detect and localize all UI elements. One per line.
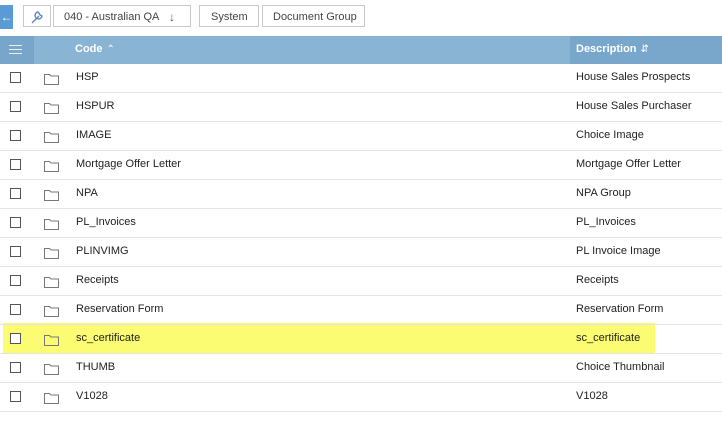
breadcrumb-company[interactable]: 040 - Australian QA ↓ (53, 5, 191, 27)
row-code: Reservation Form (76, 303, 164, 315)
row-checkbox[interactable] (10, 101, 21, 112)
row-checkbox[interactable] (10, 246, 21, 257)
row-code: sc_certificate (76, 332, 141, 344)
table-row[interactable]: V1028 V1028 (0, 383, 722, 412)
column-header-description[interactable]: Description ⇵ (570, 36, 722, 64)
table-row[interactable]: THUMB Choice Thumbnail (0, 354, 722, 383)
folder-icon (44, 363, 59, 378)
folder-icon (44, 102, 59, 117)
row-description: PL_Invoices (576, 216, 636, 228)
column-header-description-label: Description (576, 43, 637, 55)
table-row[interactable]: NPA NPA Group (0, 180, 722, 209)
row-code: HSP (76, 71, 99, 83)
row-description: V1028 (576, 390, 608, 402)
row-description: sc_certificate (576, 332, 641, 344)
breadcrumb-system-label: System (211, 11, 248, 23)
folder-icon (44, 392, 59, 407)
row-checkbox[interactable] (10, 362, 21, 373)
row-description: Choice Thumbnail (576, 361, 665, 373)
column-menu-icon[interactable] (0, 36, 34, 64)
table-row[interactable]: PLINVIMG PL Invoice Image (0, 238, 722, 267)
row-checkbox[interactable] (10, 130, 21, 141)
row-checkbox[interactable] (10, 304, 21, 315)
table-row[interactable]: IMAGE Choice Image (0, 122, 722, 151)
row-description: Choice Image (576, 129, 644, 141)
row-code: THUMB (76, 361, 116, 373)
row-code: PLINVIMG (76, 245, 129, 257)
table-row[interactable]: HSPUR House Sales Purchaser (0, 93, 722, 122)
row-checkbox[interactable] (10, 333, 21, 344)
folder-icon (44, 160, 59, 175)
row-checkbox[interactable] (10, 391, 21, 402)
row-description: House Sales Purchaser (576, 100, 692, 112)
breadcrumb-company-label: 040 - Australian QA (64, 11, 160, 23)
table-row[interactable]: Reservation Form Reservation Form (0, 296, 722, 325)
table-header: Code ⌃ Description ⇵ (0, 36, 722, 64)
folder-icon (44, 131, 59, 146)
row-description: Mortgage Offer Letter (576, 158, 681, 170)
row-description: NPA Group (576, 187, 631, 199)
table-row[interactable]: HSP House Sales Prospects (0, 64, 722, 93)
back-arrow-icon[interactable]: ← (0, 5, 13, 29)
table-row[interactable]: Receipts Receipts (0, 267, 722, 296)
row-checkbox[interactable] (10, 188, 21, 199)
row-checkbox[interactable] (10, 275, 21, 286)
wrench-icon[interactable] (23, 5, 51, 27)
row-description: Receipts (576, 274, 619, 286)
column-header-code-label: Code (75, 43, 103, 55)
row-code: Receipts (76, 274, 119, 286)
row-description: Reservation Form (576, 303, 664, 315)
folder-icon (44, 247, 59, 262)
folder-icon (44, 189, 59, 204)
table-row[interactable]: sc_certificate sc_certificate (0, 325, 722, 354)
breadcrumb-document-group-label: Document Group (273, 11, 357, 23)
sort-toggle-icon[interactable]: ⇵ (641, 44, 649, 55)
row-description: PL Invoice Image (576, 245, 661, 257)
table-row[interactable]: PL_Invoices PL_Invoices (0, 209, 722, 238)
row-code: Mortgage Offer Letter (76, 158, 181, 170)
sort-ascending-icon[interactable]: ⌃ (107, 44, 115, 55)
table-row[interactable]: Mortgage Offer Letter Mortgage Offer Lett… (0, 151, 722, 180)
row-code: NPA (76, 187, 98, 199)
folder-icon (44, 334, 59, 349)
arrow-down-icon[interactable]: ↓ (169, 6, 175, 28)
row-code: HSPUR (76, 100, 115, 112)
breadcrumb-system[interactable]: System (199, 5, 259, 27)
folder-icon (44, 276, 59, 291)
row-description: House Sales Prospects (576, 71, 691, 83)
folder-icon (44, 73, 59, 88)
row-checkbox[interactable] (10, 72, 21, 83)
breadcrumb: ← 040 - Australian QA ↓ System Document … (0, 0, 722, 36)
folder-icon (44, 218, 59, 233)
row-code: IMAGE (76, 129, 112, 141)
breadcrumb-document-group[interactable]: Document Group (262, 5, 365, 27)
row-checkbox[interactable] (10, 159, 21, 170)
row-code: V1028 (76, 390, 108, 402)
column-header-code[interactable]: Code ⌃ (70, 36, 573, 64)
row-code: PL_Invoices (76, 216, 136, 228)
folder-icon (44, 305, 59, 320)
row-checkbox[interactable] (10, 217, 21, 228)
